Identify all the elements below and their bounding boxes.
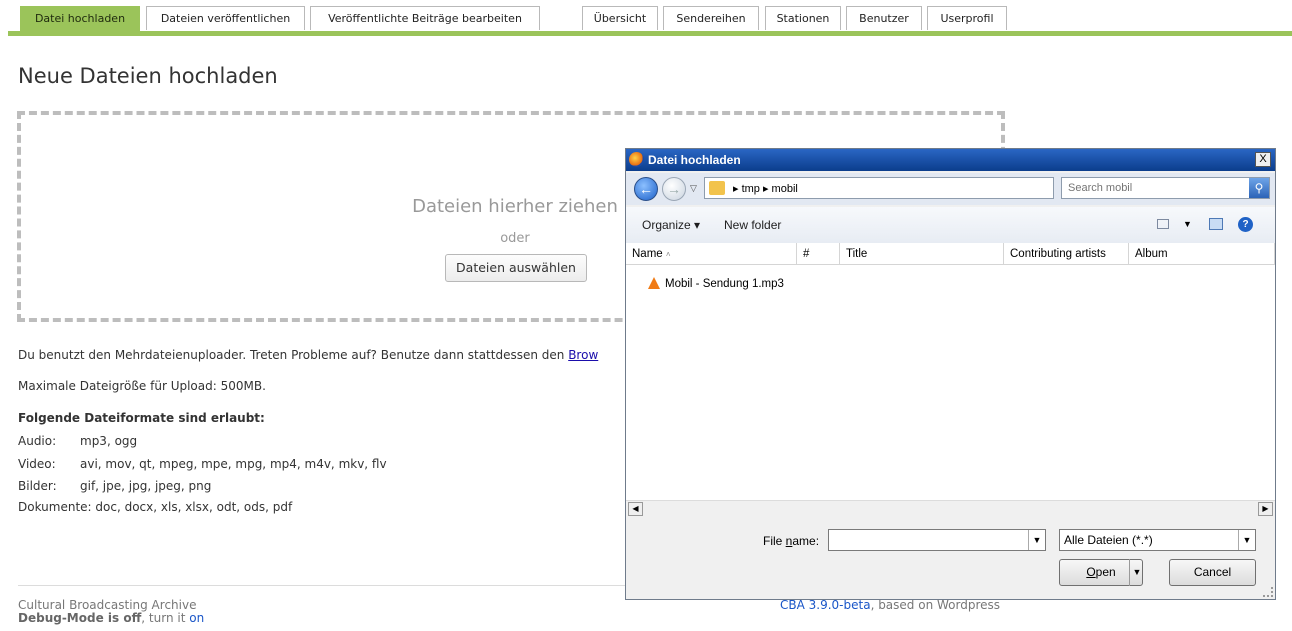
file-dialog: Datei hochladen X ← → ▽ ▸ tmp ▸ mobil ▼ … bbox=[625, 148, 1276, 600]
debug-on-link[interactable]: on bbox=[189, 611, 204, 625]
page-title: Neue Dateien hochladen bbox=[18, 64, 278, 88]
open-accel: O bbox=[1086, 565, 1096, 579]
max-size-info: Maximale Dateigröße für Upload: 500MB. bbox=[18, 379, 266, 393]
preview-pane-icon[interactable] bbox=[1209, 218, 1223, 230]
footer-site-name: Cultural Broadcasting Archive bbox=[18, 598, 197, 612]
path-field[interactable]: ▸ tmp ▸ mobil ▼ ⇆ bbox=[704, 177, 1128, 199]
file-name-field[interactable]: ▼ bbox=[828, 529, 1046, 551]
uploader-info: Du benutzt den Mehrdateienuploader. Tret… bbox=[18, 348, 598, 362]
cancel-button[interactable]: Cancel bbox=[1169, 559, 1256, 586]
tab-benutzer[interactable]: Benutzer bbox=[846, 6, 922, 30]
open-rest: pen bbox=[1095, 565, 1116, 579]
format-row-video: Video: avi, mov, qt, mpeg, mpe, mpg, mp4,… bbox=[18, 457, 387, 471]
format-value: doc, docx, xls, xlsx, odt, ods, pdf bbox=[95, 500, 293, 514]
tab-sendereihen[interactable]: Sendereihen bbox=[663, 6, 759, 30]
format-row-images: Bilder: gif, jpe, jpg, jpeg, png bbox=[18, 479, 211, 493]
resize-grip-icon[interactable] bbox=[1263, 587, 1273, 597]
forward-button[interactable]: → bbox=[662, 177, 686, 201]
column-album[interactable]: Album bbox=[1129, 243, 1275, 265]
chevron-down-icon[interactable]: ▼ bbox=[1238, 530, 1255, 550]
format-label: Video: bbox=[18, 457, 56, 471]
format-row-documents: Dokumente: doc, docx, xls, xlsx, odt, od… bbox=[18, 500, 292, 514]
format-value: gif, jpe, jpg, jpeg, png bbox=[80, 479, 212, 493]
path-breadcrumb[interactable]: ▸ tmp ▸ mobil bbox=[733, 182, 798, 195]
version-suffix: , based on Wordpress bbox=[870, 598, 1001, 612]
view-options-icon[interactable] bbox=[1157, 219, 1169, 229]
footer-version: CBA 3.9.0-beta, based on Wordpress bbox=[780, 598, 1000, 612]
scroll-left-icon[interactable]: ◀ bbox=[628, 502, 643, 516]
dialog-toolbar: Organize ▾ New folder ▼ ? bbox=[626, 207, 1275, 244]
format-label: Dokumente: bbox=[18, 500, 92, 514]
formats-title: Folgende Dateiformate sind erlaubt: bbox=[18, 411, 265, 425]
file-type-value: Alle Dateien (*.*) bbox=[1064, 533, 1153, 547]
debug-mid-text: , turn it bbox=[141, 611, 190, 625]
search-input[interactable] bbox=[1062, 178, 1248, 198]
file-type-select[interactable]: Alle Dateien (*.*) ▼ bbox=[1059, 529, 1256, 551]
tab-beitraege-bearbeiten[interactable]: Veröffentlichte Beiträge bearbeiten bbox=[310, 6, 540, 30]
chevron-down-icon[interactable]: ▼ bbox=[1183, 219, 1192, 229]
organize-button[interactable]: Organize ▾ bbox=[642, 218, 700, 232]
help-icon[interactable]: ? bbox=[1238, 217, 1253, 232]
search-icon[interactable]: ⚲ bbox=[1249, 178, 1269, 198]
file-name-label-post: ame: bbox=[792, 534, 820, 548]
tab-stationen[interactable]: Stationen bbox=[765, 6, 841, 30]
sort-icon: ˄ bbox=[665, 250, 671, 259]
format-value: avi, mov, qt, mpeg, mpe, mpg, mp4, m4v, … bbox=[80, 457, 387, 471]
recent-locations-icon[interactable]: ▽ bbox=[690, 183, 697, 194]
horizontal-scrollbar[interactable]: ◀ ▶ bbox=[626, 500, 1275, 517]
select-files-button[interactable]: Dateien auswählen bbox=[445, 254, 587, 282]
column-name[interactable]: Name ˄ bbox=[626, 243, 797, 265]
address-bar: ← → ▽ ▸ tmp ▸ mobil ▼ ⇆ ⚲ bbox=[626, 173, 1275, 205]
top-nav: Datei hochladen Dateien veröffentlichen … bbox=[0, 0, 1292, 36]
footer-debug: Debug-Mode is off, turn it on bbox=[18, 611, 204, 625]
file-name-label: File name: bbox=[763, 534, 819, 548]
vlc-cone-icon bbox=[648, 277, 660, 289]
format-value: mp3, ogg bbox=[80, 434, 138, 448]
dialog-title: Datei hochladen bbox=[648, 153, 741, 167]
format-label: Bilder: bbox=[18, 479, 57, 493]
column-contributing-artists[interactable]: Contributing artists bbox=[1004, 243, 1129, 265]
debug-status: Debug-Mode is off bbox=[18, 611, 142, 625]
version-link[interactable]: CBA 3.9.0-beta bbox=[780, 598, 871, 612]
list-item[interactable]: Mobil - Sendung 1.mp3 bbox=[648, 277, 784, 290]
browser-uploader-link[interactable]: Brow bbox=[568, 348, 598, 362]
file-name-label-pre: File bbox=[763, 534, 786, 548]
file-name: Mobil - Sendung 1.mp3 bbox=[665, 278, 784, 290]
tab-userprofil[interactable]: Userprofil bbox=[927, 6, 1007, 30]
column-label: Name bbox=[632, 248, 663, 260]
chevron-down-icon[interactable]: ▼ bbox=[1129, 559, 1144, 586]
dialog-titlebar[interactable]: Datei hochladen X bbox=[626, 149, 1275, 171]
column-title[interactable]: Title bbox=[840, 243, 1004, 265]
folder-icon bbox=[709, 181, 725, 195]
new-folder-button[interactable]: New folder bbox=[724, 218, 781, 232]
tab-uebersicht[interactable]: Übersicht bbox=[582, 6, 658, 30]
close-button[interactable]: X bbox=[1255, 152, 1271, 167]
file-list[interactable]: Name ˄ # Title Contributing artists Albu… bbox=[626, 243, 1275, 508]
chevron-down-icon[interactable]: ▼ bbox=[1028, 530, 1045, 550]
scroll-right-icon[interactable]: ▶ bbox=[1258, 502, 1273, 516]
tab-datei-hochladen[interactable]: Datei hochladen bbox=[20, 6, 140, 31]
format-label: Audio: bbox=[18, 434, 57, 448]
back-button[interactable]: ← bbox=[634, 177, 658, 201]
nav-underline bbox=[8, 31, 1292, 36]
tab-dateien-veroeffentlichen[interactable]: Dateien veröffentlichen bbox=[146, 6, 305, 30]
format-row-audio: Audio: mp3, ogg bbox=[18, 434, 137, 448]
uploader-info-text: Du benutzt den Mehrdateienuploader. Tret… bbox=[18, 348, 569, 362]
column-number[interactable]: # bbox=[797, 243, 840, 265]
firefox-icon bbox=[629, 152, 644, 167]
search-box[interactable]: ⚲ bbox=[1061, 177, 1270, 199]
